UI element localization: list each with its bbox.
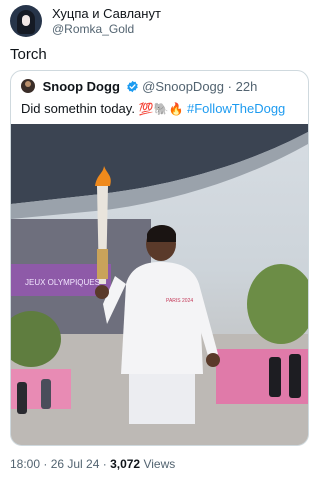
hashtag-link[interactable]: #FollowTheDogg (187, 101, 285, 116)
shirt-logo-text: PARIS 2024 (166, 298, 193, 304)
verified-badge-icon (126, 80, 138, 93)
person-right-hand (206, 353, 220, 367)
author-handle[interactable]: @Romka_Gold (52, 22, 161, 37)
quoted-tweet[interactable]: Snoop Dogg @SnoopDogg · 22h Did somethin… (10, 70, 309, 446)
tweet-photo[interactable]: JEUX OLYMPIQUES PARIS 2024 (11, 124, 308, 445)
tweet-meta: 18:00 · 26 Jul 24 · 3,072 Views (10, 457, 175, 471)
quoted-text: Did somethin today. 💯🐘🔥 #FollowTheDogg (21, 101, 285, 117)
quoted-emoji: 💯🐘🔥 (138, 102, 184, 116)
person-jacket (121, 262, 203, 374)
tweet-timestamp[interactable]: 18:00 · 26 Jul 24 · (10, 457, 107, 471)
tweet-header: Хуцпа и Савланут @Romka_Gold (10, 5, 310, 39)
spectator-2 (41, 379, 51, 409)
banner-text: JEUX OLYMPIQUES (25, 278, 100, 287)
tweet-text: Torch (10, 46, 47, 63)
person-left-hand (95, 285, 109, 299)
photo-illustration: JEUX OLYMPIQUES PARIS 2024 (11, 124, 308, 445)
author-avatar[interactable] (10, 5, 42, 37)
author-names: Хуцпа и Савланут @Romka_Gold (52, 6, 161, 37)
views-label: Views (143, 457, 176, 471)
quoted-text-body: Did somethin today. (21, 101, 135, 116)
avatar-face (22, 15, 30, 26)
quoted-separator: · (227, 79, 232, 94)
person-pants (129, 374, 195, 424)
guard-1 (269, 357, 281, 397)
quoted-avatar[interactable] (21, 79, 35, 93)
person-hair (147, 225, 176, 242)
quoted-time[interactable]: 22h (236, 79, 258, 94)
views-count: 3,072 (110, 457, 141, 471)
author-display-name[interactable]: Хуцпа и Савланут (52, 6, 161, 22)
quoted-header: Snoop Dogg @SnoopDogg · 22h (21, 79, 301, 95)
tree-right (247, 264, 308, 344)
spectator-1 (17, 382, 27, 414)
quoted-display-name[interactable]: Snoop Dogg (43, 79, 120, 94)
quoted-handle[interactable]: @SnoopDogg (142, 79, 224, 94)
guard-2 (289, 354, 301, 398)
torch-gold-band (97, 249, 108, 279)
